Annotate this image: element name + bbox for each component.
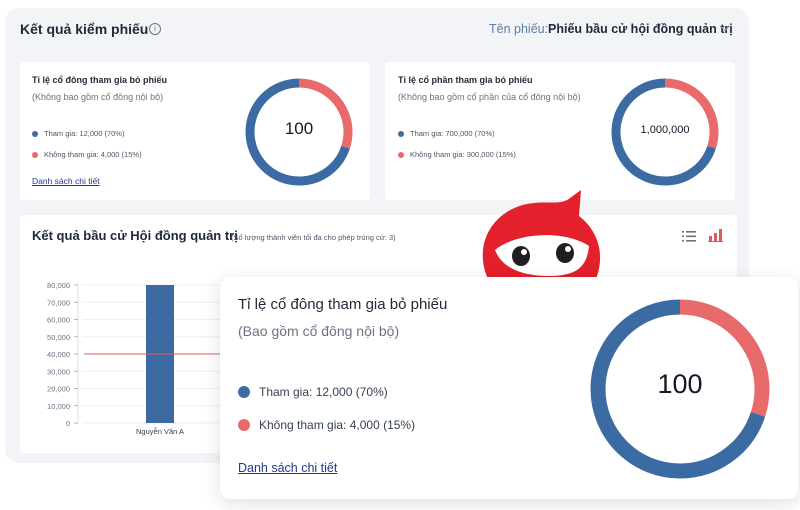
legend-dot-participate — [238, 386, 250, 398]
legend-absent: Không tham gia: 4,000 (15%) — [238, 418, 415, 432]
card-subtitle: (Không bao gồm cổ đông nội bộ) — [32, 92, 164, 102]
legend-label: Không tham gia: 300,000 (15%) — [410, 150, 516, 159]
legend-dot-participate — [398, 130, 404, 137]
card-title: Tỉ lệ cổ đông tham gia bỏ phiếu — [238, 296, 448, 313]
legend-label: Tham gia: 700,000 (70%) — [410, 129, 495, 138]
info-icon[interactable]: i — [149, 23, 161, 35]
legend-dot-absent — [32, 151, 38, 158]
legend-dot-participate — [32, 130, 38, 137]
card-title: Tỉ lệ cổ đông tham gia bỏ phiếu — [32, 75, 167, 85]
legend-absent: Không tham gia: 300,000 (15%) — [398, 150, 516, 159]
donut-center-value: 100 — [284, 119, 314, 138]
ballot-select[interactable]: Phiếu bầu cử hội đồng quản trị — [548, 22, 733, 36]
detail-list-link[interactable]: Danh sách chi tiết — [238, 461, 337, 475]
donut-center-value: 100 — [657, 369, 703, 399]
list-icon[interactable] — [682, 231, 696, 242]
legend-absent: Không tham gia: 4,000 (15%) — [32, 150, 142, 159]
ballot-label: Tên phiếu: — [489, 22, 549, 36]
bar-chart-icon[interactable] — [708, 229, 723, 242]
legend-dot-absent — [238, 419, 250, 431]
page-title: Kết quả kiểm phiếu — [20, 21, 149, 37]
zoomed-participation-card: Tỉ lệ cổ đông tham gia bỏ phiếu (Bao gồm… — [220, 277, 798, 499]
legend-label: Tham gia: 12,000 (70%) — [44, 129, 125, 138]
section-title: Kết quả bầu cử Hội đồng quản trị — [32, 228, 238, 243]
legend-participate: Tham gia: 12,000 (70%) — [32, 129, 124, 138]
card-subtitle: (Không bao gồm cổ phần của cổ đông nội b… — [398, 92, 581, 102]
card-subtitle: (Bao gồm cổ đông nội bộ) — [238, 323, 400, 339]
legend-label: Không tham gia: 4,000 (15%) — [44, 150, 142, 159]
donut-center-value: 1,000,000 — [640, 124, 690, 136]
detail-list-link[interactable]: Danh sách chi tiết — [32, 176, 100, 186]
legend-label: Tham gia: 12,000 (70%) — [259, 385, 388, 399]
legend-participate: Tham gia: 12,000 (70%) — [238, 385, 388, 399]
legend-dot-absent — [398, 151, 404, 158]
legend-label: Không tham gia: 4,000 (15%) — [259, 418, 416, 432]
card-title: Tỉ lệ cổ phần tham gia bỏ phiếu — [398, 75, 533, 85]
legend-participate: Tham gia: 700,000 (70%) — [398, 129, 495, 138]
section-note: (Số lượng thành viên tối đa cho phép trú… — [231, 233, 396, 242]
